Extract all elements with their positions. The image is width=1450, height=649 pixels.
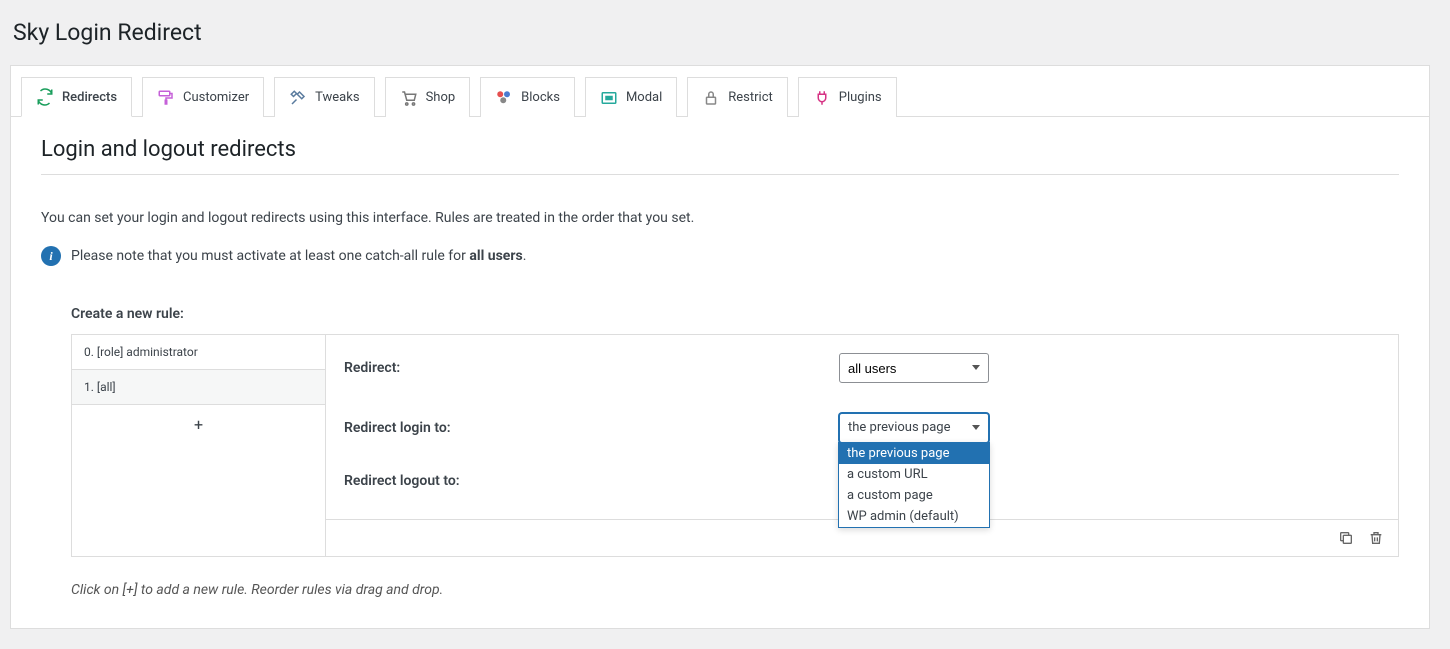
rule-form: Redirect: all users Redirect login to: t… — [326, 334, 1399, 557]
cart-icon — [400, 89, 418, 107]
tab-label: Blocks — [521, 90, 560, 105]
copy-icon[interactable] — [1338, 530, 1354, 546]
tab-label: Redirects — [62, 90, 117, 105]
tab-modal[interactable]: Modal — [585, 77, 677, 117]
redirect-label: Redirect: — [344, 360, 839, 376]
create-rule-label: Create a new rule: — [71, 306, 1399, 322]
login-select[interactable]: the previous page — [839, 413, 989, 443]
tab-blocks[interactable]: Blocks — [480, 77, 575, 117]
tab-redirects[interactable]: Redirects — [21, 77, 132, 117]
rule-list: 0. [role] administrator 1. [all] + — [71, 334, 326, 557]
tools-icon — [289, 89, 307, 107]
modal-icon — [600, 89, 618, 107]
section-title: Login and logout redirects — [41, 137, 1399, 175]
tab-label: Customizer — [183, 90, 249, 105]
tab-label: Modal — [626, 90, 662, 105]
lock-icon — [702, 89, 720, 107]
refresh-icon — [36, 88, 54, 106]
page-title: Sky Login Redirect — [13, 10, 1430, 50]
settings-panel: Redirects Customizer Tweaks Shop — [10, 65, 1430, 629]
blocks-icon — [495, 89, 513, 107]
intro-text: You can set your login and logout redire… — [41, 210, 1399, 226]
dropdown-option[interactable]: WP admin (default) — [839, 506, 989, 527]
login-label: Redirect login to: — [344, 420, 839, 436]
hint-text: Click on [+] to add a new rule. Reorder … — [71, 582, 1399, 598]
tab-shop[interactable]: Shop — [385, 77, 471, 117]
dropdown-option[interactable]: a custom page — [839, 485, 989, 506]
rule-item[interactable]: 1. [all] — [72, 370, 325, 405]
add-rule-button[interactable]: + — [72, 405, 325, 444]
tab-restrict[interactable]: Restrict — [687, 77, 788, 117]
tab-bar: Redirects Customizer Tweaks Shop — [11, 66, 1429, 117]
tab-tweaks[interactable]: Tweaks — [274, 77, 374, 117]
tab-label: Shop — [426, 90, 456, 105]
note: i Please note that you must activate at … — [41, 246, 1399, 266]
rule-item[interactable]: 0. [role] administrator — [72, 335, 325, 370]
tab-plugins[interactable]: Plugins — [798, 77, 897, 117]
note-text: Please note that you must activate at le… — [71, 248, 526, 264]
tab-label: Plugins — [839, 90, 882, 105]
trash-icon[interactable] — [1368, 530, 1384, 546]
dropdown-option[interactable]: the previous page — [839, 443, 989, 464]
info-icon: i — [41, 246, 61, 266]
roller-icon — [157, 89, 175, 107]
plug-icon — [813, 89, 831, 107]
login-dropdown: the previous page a custom URL a custom … — [838, 442, 990, 528]
tab-customizer[interactable]: Customizer — [142, 77, 264, 117]
tab-label: Tweaks — [315, 90, 359, 105]
logout-label: Redirect logout to: — [344, 473, 839, 489]
tab-label: Restrict — [728, 90, 773, 105]
redirect-select[interactable]: all users — [839, 353, 989, 383]
dropdown-option[interactable]: a custom URL — [839, 464, 989, 485]
